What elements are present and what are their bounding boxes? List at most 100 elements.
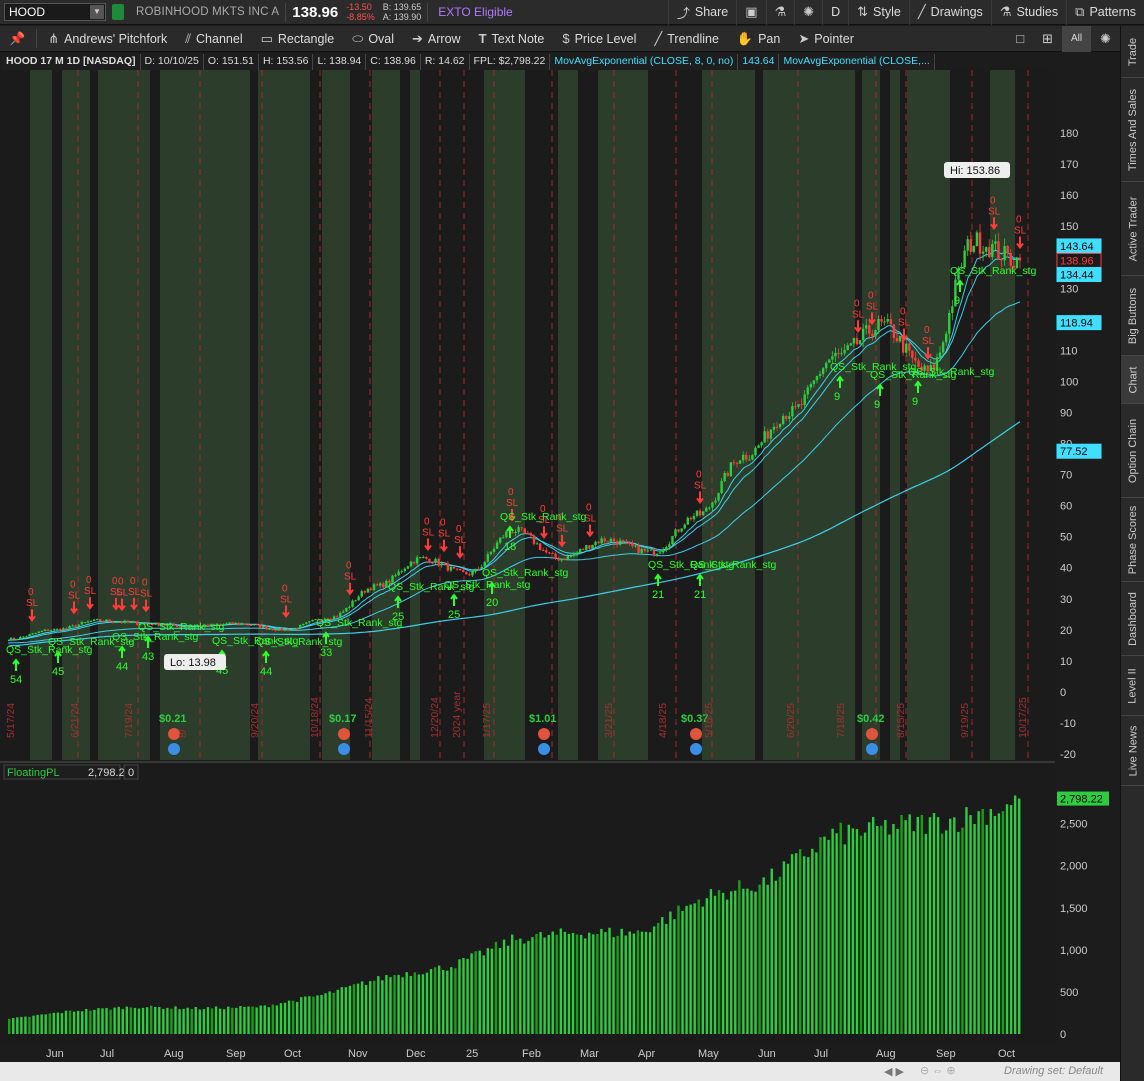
candle-body (646, 550, 650, 552)
month-axis: Jun Jul Aug Sep Oct Nov Dec 25 Feb Mar Apr May Jun Ju… (46, 1048, 1015, 1060)
pl-bar (559, 928, 563, 1034)
tool-rectangle[interactable]: ▭ Rectangle (252, 26, 344, 52)
candle-body (735, 462, 739, 464)
scroll-arrows-icon[interactable]: ◀ ▶ (884, 1065, 904, 1078)
grid-layout-button[interactable]: ⊞ (1033, 26, 1062, 52)
pl-bar (823, 836, 826, 1034)
pl-bar (478, 950, 481, 1034)
flask-button[interactable]: ⚗ (765, 0, 795, 25)
pl-bar (287, 1000, 291, 1034)
candle-body (837, 352, 840, 354)
candle-body (708, 507, 711, 509)
pl-bar (222, 1009, 226, 1034)
tool-pan[interactable]: ✋ Pan (728, 26, 789, 52)
tool-channel[interactable]: ⫽ Channel (176, 26, 251, 52)
candle-body (800, 404, 803, 406)
candle-body (981, 251, 985, 254)
candle-body (458, 568, 462, 571)
single-layout-button[interactable]: □ (1007, 26, 1033, 52)
qs-rank-number: 21 (652, 589, 664, 601)
qs-rank-number: 9 (834, 391, 840, 403)
patterns-button[interactable]: ⧉ Patterns (1066, 0, 1144, 25)
tab-phase-scores[interactable]: Phase Scores (1121, 498, 1144, 582)
tool-price-level[interactable]: $ Price Level (553, 26, 645, 52)
pin-button[interactable]: 📌 (0, 26, 34, 52)
bid-ask: B: 139.65 A: 139.90 (382, 2, 422, 22)
pl-bar (843, 844, 846, 1034)
tool-text-note[interactable]: T Text Note (470, 26, 554, 52)
pl-bar (985, 824, 988, 1034)
tool-arrow[interactable]: ➔ Arrow (403, 26, 470, 52)
signal-shade-block (558, 70, 578, 760)
tab-live-news[interactable]: Live News (1121, 716, 1144, 786)
candle-body (77, 624, 80, 627)
fpl-value-label: 2,798.22 (1060, 794, 1103, 806)
snapshot-button[interactable]: ▣ (736, 0, 765, 25)
link-icon[interactable] (112, 4, 124, 20)
pl-bar (600, 928, 603, 1034)
date-label: 11/15/24 (363, 698, 375, 738)
pl-bar (28, 1016, 31, 1034)
symbol-input[interactable]: HOOD ▼ (4, 3, 106, 21)
candle-body (1006, 245, 1009, 254)
pl-bar (202, 1009, 206, 1034)
candle-body (372, 584, 376, 590)
tool-trendline[interactable]: ╱ Trendline (645, 26, 727, 52)
signal-shade-block (907, 70, 950, 760)
conference-call-icon (866, 743, 878, 755)
tool-oval[interactable]: ⬭ Oval (343, 26, 403, 52)
candle-body (717, 493, 720, 501)
tab-chart[interactable]: Chart (1121, 356, 1144, 404)
pl-bar (149, 1005, 153, 1034)
tab-active-trader[interactable]: Active Trader (1121, 182, 1144, 276)
date-label: 5/17/24 (5, 703, 17, 738)
pl-bar (1009, 805, 1013, 1034)
all-button[interactable]: All (1061, 25, 1092, 52)
tool-pointer[interactable]: ➤ Pointer (789, 26, 863, 52)
candle-body (585, 545, 588, 550)
zoom-controls-icon[interactable]: ⊖ ⇔ ⊕ (920, 1064, 956, 1077)
candle-body (692, 516, 696, 520)
candle-body (637, 545, 640, 554)
style-button[interactable]: ⇅ Style (848, 0, 909, 25)
candle-body (12, 637, 16, 640)
candle-body (840, 353, 843, 355)
candle-body (19, 636, 22, 640)
pl-bar (486, 948, 490, 1034)
candle-body (711, 502, 714, 508)
candle-body (818, 374, 822, 376)
info-ma1[interactable]: MovAvgExponential (CLOSE, 8, 0, no) (550, 54, 739, 70)
settings-button[interactable]: ✺ (794, 0, 822, 25)
price-tick-label: 0 (1060, 687, 1066, 699)
tab-dashboard[interactable]: Dashboard (1121, 582, 1144, 656)
pl-bar (437, 965, 441, 1034)
candle-body (114, 622, 117, 624)
tool-pitchfork[interactable]: ⋔ Andrews' Pitchfork (39, 26, 176, 52)
exto-badge[interactable]: EXTO Eligible (438, 5, 512, 19)
candle-body (991, 243, 994, 258)
candle-body (843, 350, 846, 354)
conference-call-icon (338, 743, 350, 755)
symbol-dropdown-icon[interactable]: ▼ (90, 5, 104, 19)
tab-trade[interactable]: Trade (1121, 26, 1144, 78)
drawings-button[interactable]: ╱ Drawings (908, 0, 991, 25)
info-ma2[interactable]: MovAvgExponential (CLOSE,... (779, 54, 935, 70)
period-button[interactable]: D (822, 0, 848, 25)
drawing-set-label: Drawing set: Default (1004, 1065, 1104, 1077)
studies-button[interactable]: ⚗ Studies (990, 0, 1066, 25)
tab-times-and-sales[interactable]: Times And Sales (1121, 78, 1144, 182)
tab-option-chain[interactable]: Option Chain (1121, 404, 1144, 498)
month-label: Jun (758, 1048, 776, 1060)
tab-big-buttons[interactable]: Big Buttons (1121, 276, 1144, 356)
candle-body (345, 607, 348, 612)
chart-canvas[interactable]: -20-100102030405060708090100110120130140… (0, 70, 1120, 1070)
candle-body (277, 628, 280, 631)
pl-bar (377, 976, 380, 1034)
date-label: 9/19/25 (959, 703, 971, 738)
share-button[interactable]: ⤴ Share (667, 0, 736, 25)
pl-bar (523, 943, 526, 1034)
pl-bar (961, 827, 964, 1034)
chart-settings-button[interactable]: ✺ (1091, 26, 1120, 52)
tab-level-ii[interactable]: Level II (1121, 656, 1144, 716)
qs-rank-number: 9 (912, 396, 918, 408)
